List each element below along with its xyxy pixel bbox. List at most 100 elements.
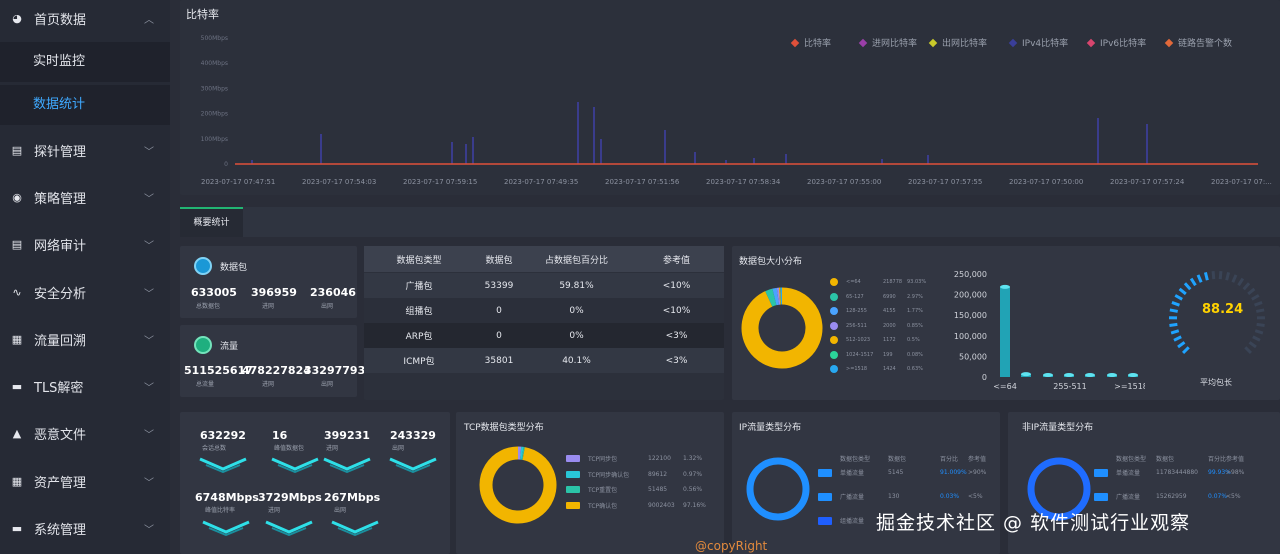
table-row: 广播包 53399 59.81% <10% (364, 273, 724, 298)
legend-label[interactable]: 进网比特率 (872, 37, 917, 49)
size-legend-item: 512-1023 1172 0.5% (830, 336, 920, 344)
copyright: @copyRight (695, 539, 768, 553)
legend-label[interactable]: IPv6比特率 (1100, 37, 1146, 49)
sidebar: ◕ 首页数据 ︿ 实时监控 数据统计 ▤ 探针管理 ﹀ ◉ 策略管理 ﹀ ▤ 网… (0, 0, 170, 554)
legend-pct: 0.97% (683, 470, 703, 478)
traffic-in: 478227824 (242, 364, 311, 377)
traffic-total-label: 总流量 (196, 381, 215, 388)
x-tick-label: 2023-07-17 07:57:55 (908, 178, 982, 186)
monitor-icon: ▬ (11, 379, 23, 393)
legend-label[interactable]: IPv4比特率 (1022, 37, 1068, 49)
legend-marker (1008, 38, 1018, 48)
legend-name: 65-127 (846, 293, 864, 300)
row-ref: <5% (1226, 493, 1241, 500)
legend-pct: 0.56% (683, 486, 703, 493)
table-cell: ICMP包 (403, 357, 435, 367)
chevron-decor-icon (264, 520, 314, 537)
gauge-tick (1211, 271, 1216, 280)
x-tick-label: 2023-07-17 07:55:00 (807, 178, 881, 186)
legend-count: 1424 (883, 366, 896, 372)
nav-traffic-trace[interactable]: ▦ 流量回溯 ﹀ (0, 316, 170, 362)
nav-audit[interactable]: ▤ 网络审计 ﹀ (0, 221, 170, 267)
size-legend-item: >=1518 1424 0.63% (830, 365, 923, 373)
size-bar-cap (1000, 284, 1010, 289)
nav-system[interactable]: ▬ 系统管理 ﹀ (0, 505, 170, 551)
nav-probe[interactable]: ▤ 探针管理 ﹀ (0, 127, 170, 173)
col-header: 数据包类型 (840, 456, 871, 463)
table-cell: <3% (665, 355, 688, 366)
chevron-down-icon: ﹀ (144, 383, 154, 394)
table-cell: 组播包 (405, 307, 433, 317)
nav-policy[interactable]: ◉ 策略管理 ﹀ (0, 174, 170, 220)
dist-table-row: 单播流量 11783444880 99.93% >98% (1094, 468, 1256, 477)
gauge-tick (1177, 341, 1186, 349)
legend-marker (1086, 38, 1096, 48)
legend-label[interactable]: 出网比特率 (942, 37, 987, 49)
legend-label[interactable]: 比特率 (804, 37, 831, 49)
packets-out-label: 出网 (321, 303, 334, 310)
x-tick-label: 2023-07-17 07:57:24 (1110, 178, 1185, 186)
stat-label: 出网 (392, 445, 405, 452)
packets-card: 数据包 633005 总数据包 396959 进网 236046 出网 (180, 246, 357, 318)
y-tick-label: 250,000 (954, 270, 987, 279)
dist-table-row: 广播流量 130 0.03% <5% (818, 492, 998, 501)
legend-count: 89612 (648, 470, 668, 478)
ip-dist-title: IP流量类型分布 (739, 423, 802, 433)
packet-icon (194, 257, 212, 275)
nav-security[interactable]: ∿ 安全分析 ﹀ (0, 269, 170, 315)
nav-home-data[interactable]: ◕ 首页数据 ︿ (0, 0, 170, 41)
dist-table-header: 数据包类型 数据包 百分比 参考值 (840, 454, 998, 463)
tcp-legend-item: TCP同步确认包 89612 0.97% (566, 470, 702, 479)
y-tick-label: 500Mbps (201, 35, 228, 42)
y-tick-label: 100,000 (954, 332, 987, 341)
ip-donut-ring (746, 457, 810, 521)
chevron-down-icon: ﹀ (144, 147, 154, 158)
gauge-tick (1248, 341, 1257, 349)
legend-label[interactable]: 链路告警个数 (1178, 37, 1232, 49)
y-tick-label: 200,000 (954, 291, 987, 300)
nav-label: 网络审计 (34, 238, 87, 254)
nav-label: 探针管理 (34, 144, 87, 160)
database-icon: ▦ (11, 332, 23, 346)
stat-value: 16 (272, 429, 288, 442)
gauge-tick (1225, 272, 1231, 281)
row-swatch (1094, 468, 1108, 477)
table-header: 数据包类型 数据包 占数据包百分比 参考值 (364, 246, 724, 272)
legend-pct: 97.16% (683, 501, 706, 509)
nav-malware[interactable]: ▲ 恶意文件 ﹀ (0, 410, 170, 456)
subnav-realtime[interactable]: 实时监控 (0, 42, 170, 82)
table-cell: 0 (496, 305, 502, 316)
table-cell: 广播包 (405, 282, 433, 292)
legend-marker (928, 38, 938, 48)
stat-value: 3729Mbps (258, 491, 322, 504)
legend-name: TCP同步包 (588, 456, 618, 463)
stat-label: 进网 (326, 445, 339, 452)
legend-dot (830, 365, 838, 373)
gauge-tick (1242, 282, 1251, 291)
avg-label: 平均包长 (1200, 378, 1232, 387)
packets-title: 数据包 (220, 263, 248, 273)
gauge-tick (1231, 274, 1238, 283)
document-icon: ▤ (11, 237, 23, 251)
chevron-decor-icon (388, 457, 438, 474)
size-legend-item: 1024-1517 199 0.08% (830, 350, 923, 359)
legend-name: >=1518 (846, 366, 868, 372)
gauge-tick (1203, 272, 1209, 281)
chevron-decor-icon (198, 457, 248, 474)
row-ref: >90% (968, 469, 987, 476)
legend-dot (830, 350, 838, 359)
tab-overview[interactable]: 概要统计 (180, 207, 243, 237)
size-legend-item: <=64 218778 93.03% (830, 278, 926, 286)
nav-label: TLS解密 (34, 380, 84, 396)
legend-pct: 0.85% (907, 322, 923, 329)
nav-assets[interactable]: ▦ 资产管理 ﹀ (0, 458, 170, 504)
gauge-tick (1169, 322, 1178, 327)
subnav-statistics[interactable]: 数据统计 (0, 85, 170, 125)
nav-tls[interactable]: ▬ TLS解密 ﹀ (0, 363, 170, 409)
tab-bar: 概要统计 (180, 207, 1280, 237)
chevron-down-icon: ﹀ (144, 336, 154, 347)
col-header: 数据包 (1156, 456, 1175, 463)
nav-label: 策略管理 (34, 191, 87, 207)
session-stats-panel: 632292 会话总数 16 峰值数据包 399231 进网 243329 出网 6748Mbp… (180, 412, 450, 554)
col-header: 数据包类型 (1116, 456, 1147, 463)
